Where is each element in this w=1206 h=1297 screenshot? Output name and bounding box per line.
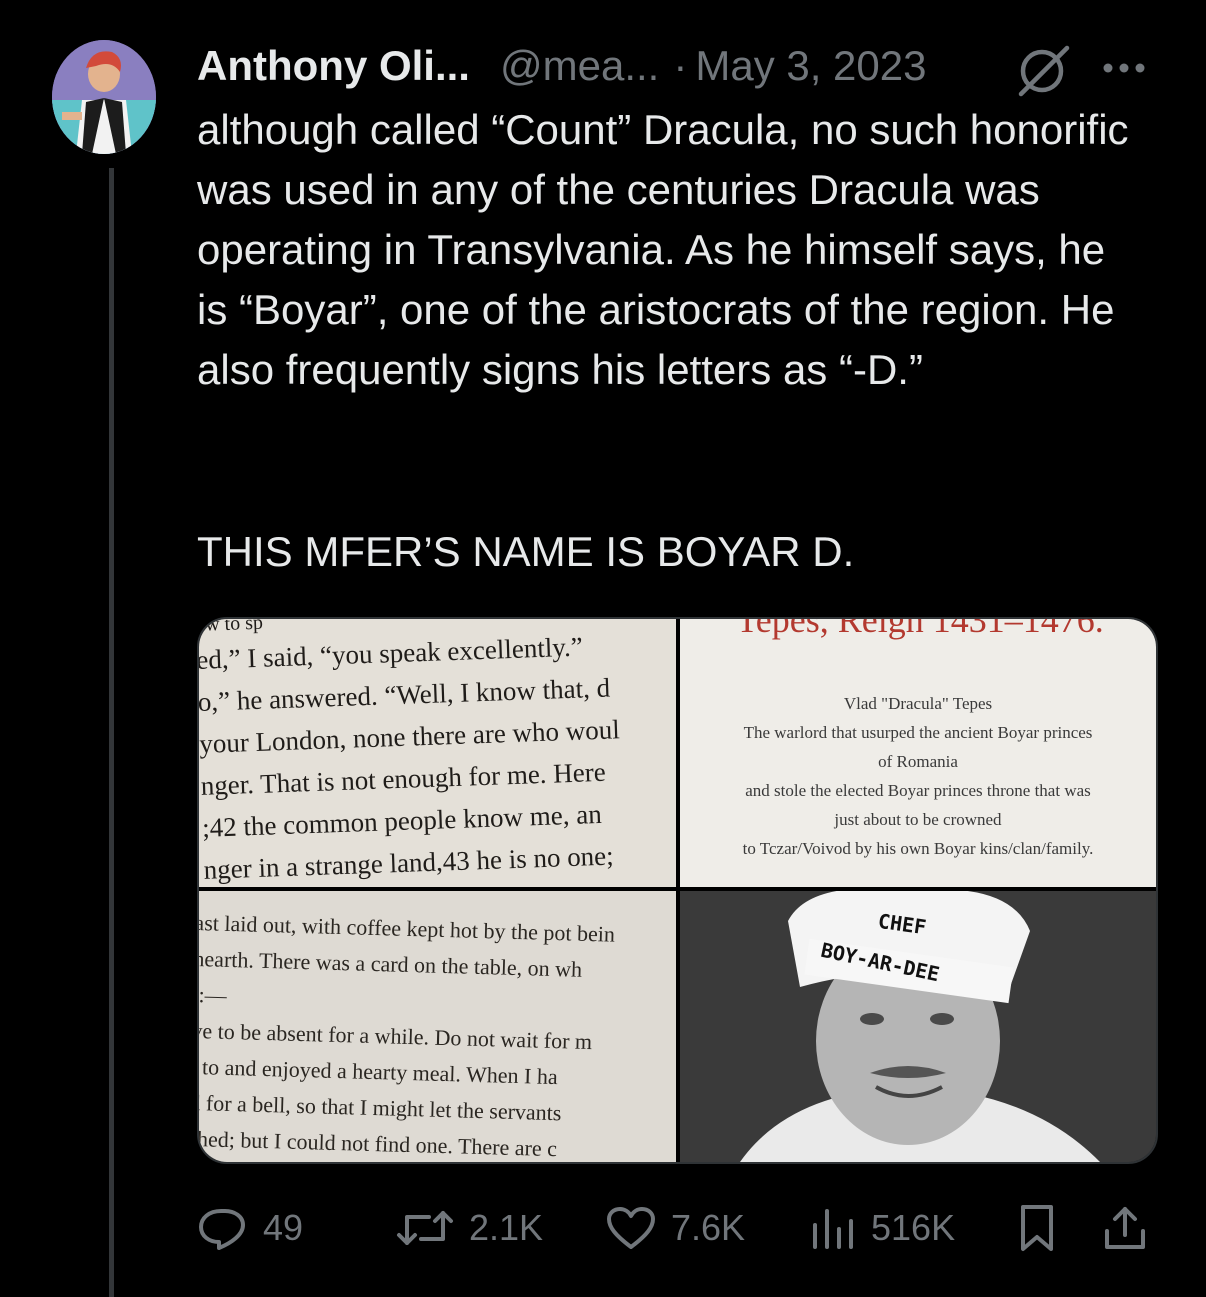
bookmark-icon [1021, 1205, 1053, 1251]
separator-dot: · [673, 42, 688, 89]
vlad-body: Vlad "Dracula" Tepes The warlord that us… [690, 689, 1146, 863]
vlad-line: just about to be crowned [834, 810, 1002, 829]
chef-photo-image[interactable]: CHEF BOY-AR-DEE [680, 891, 1156, 1162]
author-name[interactable]: Anthony Oli... [197, 42, 470, 90]
tweet-paragraph: although called “Count” Dracula, no such… [197, 106, 1129, 393]
repost-count: 2.1K [469, 1207, 544, 1248]
vlad-line: to Tczar/Voivod by his own Boyar kins/cl… [742, 839, 1094, 858]
book-page-text: ast laid out, with coffee kept hot by th… [199, 905, 676, 1162]
share-icon [1105, 1207, 1145, 1249]
author-handle[interactable]: @mea... [500, 42, 659, 90]
vlad-line: and stole the elected Boyar princes thro… [745, 781, 1091, 800]
repost-icon [397, 1211, 453, 1245]
vlad-line: Vlad "Dracula" Tepes [843, 694, 993, 713]
share-button[interactable] [1101, 1198, 1163, 1258]
book-page-image-top[interactable]: ow to sp ed,” I said, “you speak excelle… [199, 619, 676, 887]
views-count: 516K [871, 1207, 956, 1248]
reply-button[interactable]: 49 [197, 1198, 303, 1258]
tweet-text: although called “Count” Dracula, no such… [197, 100, 1137, 400]
repost-button[interactable]: 2.1K [395, 1198, 543, 1258]
tweet-closing-line: THIS MFER’S NAME IS BOYAR D. [197, 528, 855, 575]
vlad-heading: Tepes, Reign 1431–1476. [736, 619, 1104, 640]
vlad-line: of Romania [878, 752, 958, 771]
like-count: 7.6K [671, 1207, 746, 1248]
media-grid[interactable]: ow to sp ed,” I said, “you speak excelle… [197, 617, 1158, 1164]
book-page-text: ow to sp ed,” I said, “you speak excelle… [199, 619, 676, 887]
reply-count: 49 [263, 1207, 304, 1248]
more-icon[interactable] [1096, 48, 1152, 88]
grok-icon[interactable] [1015, 42, 1073, 98]
vlad-card-image[interactable]: Tepes, Reign 1431–1476. Vlad "Dracula" T… [680, 619, 1156, 887]
tweet-date[interactable]: May 3, 2023 [695, 42, 926, 90]
thread-line [109, 168, 114, 1297]
views-button[interactable]: 516K [809, 1198, 955, 1258]
avatar[interactable] [52, 40, 156, 154]
bookmark-button[interactable] [1015, 1198, 1073, 1258]
book-page-image-bottom[interactable]: ast laid out, with coffee kept hot by th… [199, 891, 676, 1162]
like-icon [607, 1207, 655, 1249]
vlad-line: The warlord that usurped the ancient Boy… [743, 723, 1093, 742]
tweet-header: Anthony Oli... @mea... · May 3, 2023 [197, 38, 927, 94]
views-icon [813, 1209, 853, 1249]
like-button[interactable]: 7.6K [605, 1198, 745, 1258]
reply-icon [199, 1209, 245, 1250]
action-bar: 49 2.1K 7.6K 516K [197, 1198, 1157, 1258]
